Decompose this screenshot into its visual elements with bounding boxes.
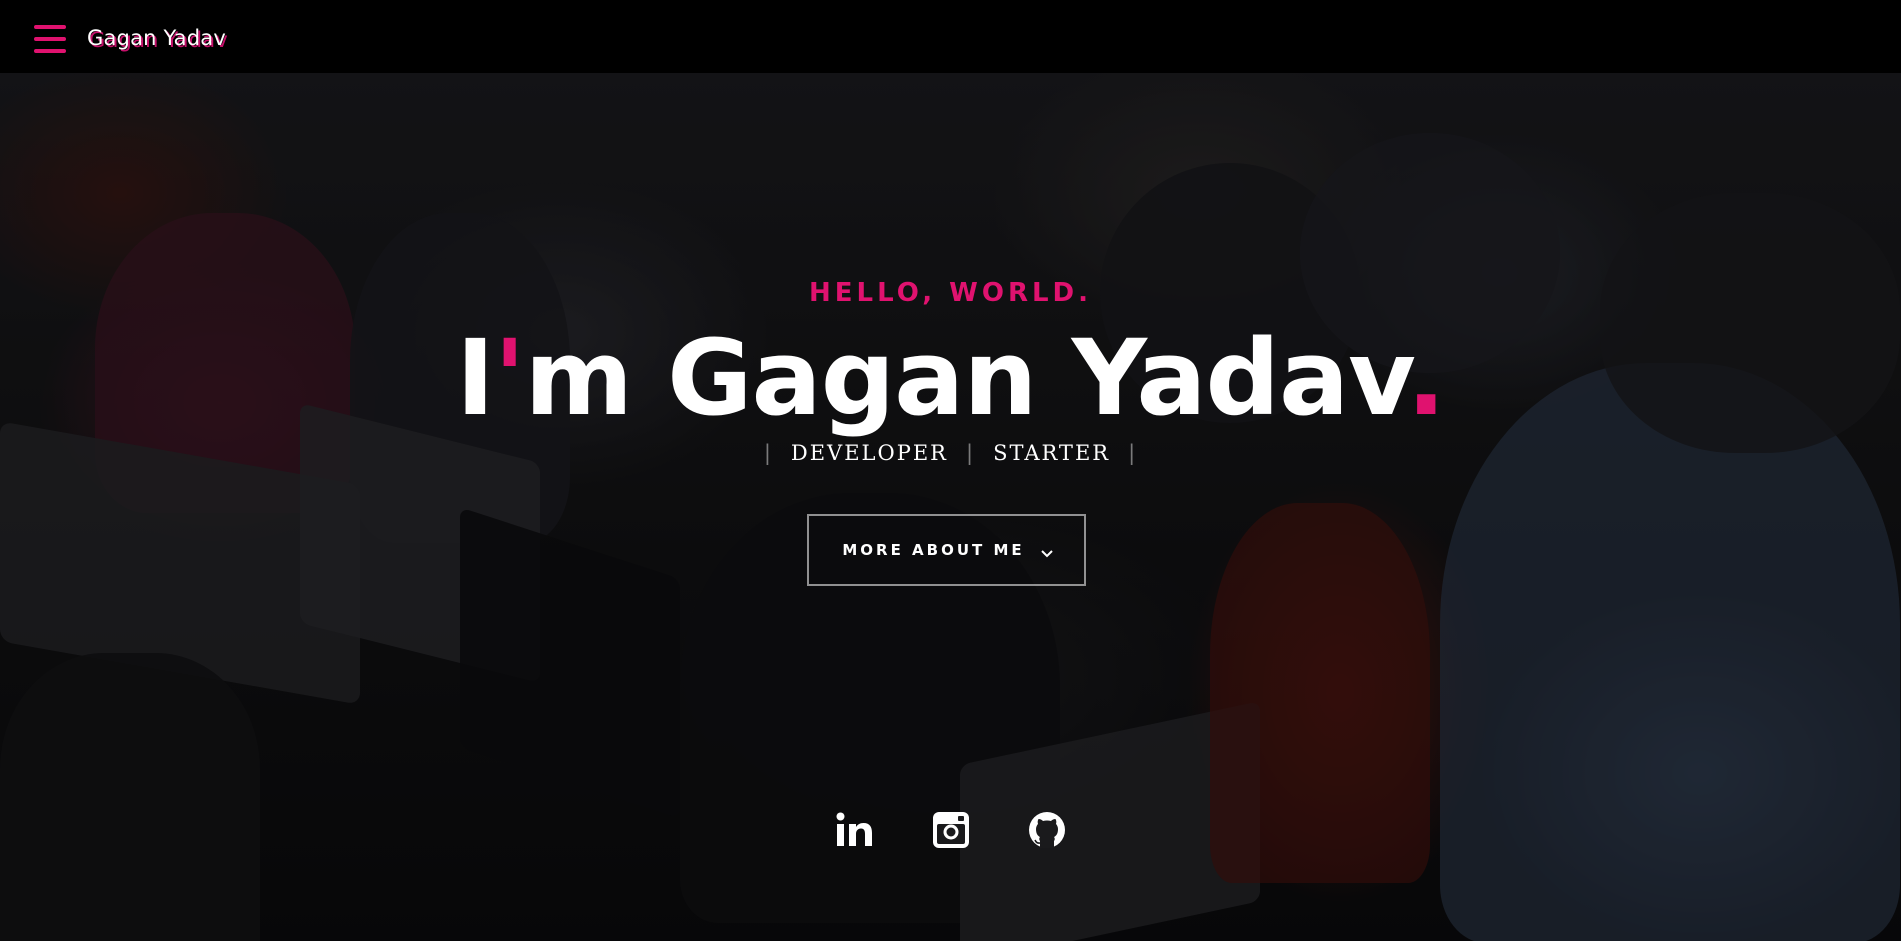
role-separator: | (763, 441, 773, 465)
chevron-down-icon (1040, 545, 1053, 558)
linkedin-icon[interactable] (833, 808, 877, 852)
headline-prefix: I (456, 317, 495, 439)
hero-section: HELLO, WORLD. I'm Gagan Yadav. | DEVELOPE… (0, 73, 1901, 941)
more-about-me-label: MORE ABOUT ME (842, 541, 1025, 559)
headline-period: . (1406, 317, 1446, 439)
headline-apostrophe: ' (493, 317, 526, 439)
hamburger-menu-icon[interactable] (34, 25, 66, 53)
top-navigation-bar: Gagan Yadav (0, 0, 1901, 73)
role-developer: DEVELOPER (790, 441, 948, 465)
github-icon[interactable] (1025, 808, 1069, 852)
page: Gagan Yadav HELLO, WORLD. I'm Gagan Yada… (0, 0, 1901, 941)
social-links (0, 808, 1901, 852)
brand-name[interactable]: Gagan Yadav (87, 26, 226, 50)
role-separator: | (1128, 441, 1138, 465)
role-separator: | (966, 441, 976, 465)
hero-headline: I'm Gagan Yadav. (0, 308, 1901, 448)
role-starter: STARTER (993, 441, 1111, 465)
instagram-icon[interactable] (929, 808, 973, 852)
hero-kicker: HELLO, WORLD. (808, 278, 1093, 308)
headline-name: m Gagan Yadav (524, 317, 1408, 439)
hero-roles: | DEVELOPER | STARTER | (0, 441, 1901, 465)
more-about-me-button[interactable]: MORE ABOUT ME (807, 514, 1086, 586)
